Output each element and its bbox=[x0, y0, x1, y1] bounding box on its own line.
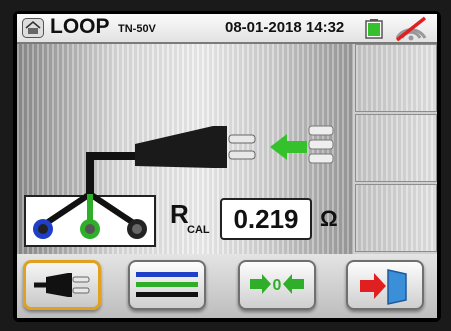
lead-black-icon bbox=[127, 219, 147, 239]
leads-button[interactable] bbox=[128, 260, 206, 310]
zero-calibration-icon: 0 bbox=[250, 274, 304, 294]
home-icon[interactable] bbox=[22, 18, 44, 38]
plug-icon bbox=[34, 273, 90, 297]
rcal-label: R bbox=[170, 199, 189, 229]
plug-icon bbox=[135, 126, 256, 168]
zero-calibration-button[interactable]: 0 bbox=[238, 260, 316, 310]
battery-icon bbox=[365, 19, 383, 39]
side-key-1[interactable] bbox=[355, 44, 437, 112]
zero-calibration-label: 0 bbox=[273, 277, 282, 294]
rcal-value: 0.219 bbox=[220, 198, 312, 240]
plug-button[interactable] bbox=[23, 260, 101, 310]
status-bar: LOOP TN-50V 08-01-2018 14:32 bbox=[17, 14, 437, 44]
arrow-left-icon bbox=[270, 134, 307, 160]
side-key-3[interactable] bbox=[355, 184, 437, 252]
page-title: LOOP bbox=[50, 15, 110, 38]
lead-blue-icon bbox=[33, 219, 53, 239]
exit-door-icon bbox=[360, 269, 407, 305]
exit-button[interactable] bbox=[346, 260, 424, 310]
screen: LOOP TN-50V 08-01-2018 14:32 R CAL 0.219… bbox=[17, 14, 437, 318]
socket-icon bbox=[308, 125, 334, 164]
page-subtitle: TN-50V bbox=[118, 23, 156, 35]
lead-green-icon bbox=[80, 219, 100, 239]
rcal-sub-label: CAL bbox=[187, 224, 210, 236]
side-key-2[interactable] bbox=[355, 114, 437, 182]
date-time: 08-01-2018 14:32 bbox=[225, 19, 345, 36]
bottom-toolbar: 0 bbox=[17, 254, 437, 318]
cable-leads-icon bbox=[136, 272, 198, 297]
no-signal-icon bbox=[395, 16, 427, 41]
rcal-unit: Ω bbox=[320, 206, 338, 231]
